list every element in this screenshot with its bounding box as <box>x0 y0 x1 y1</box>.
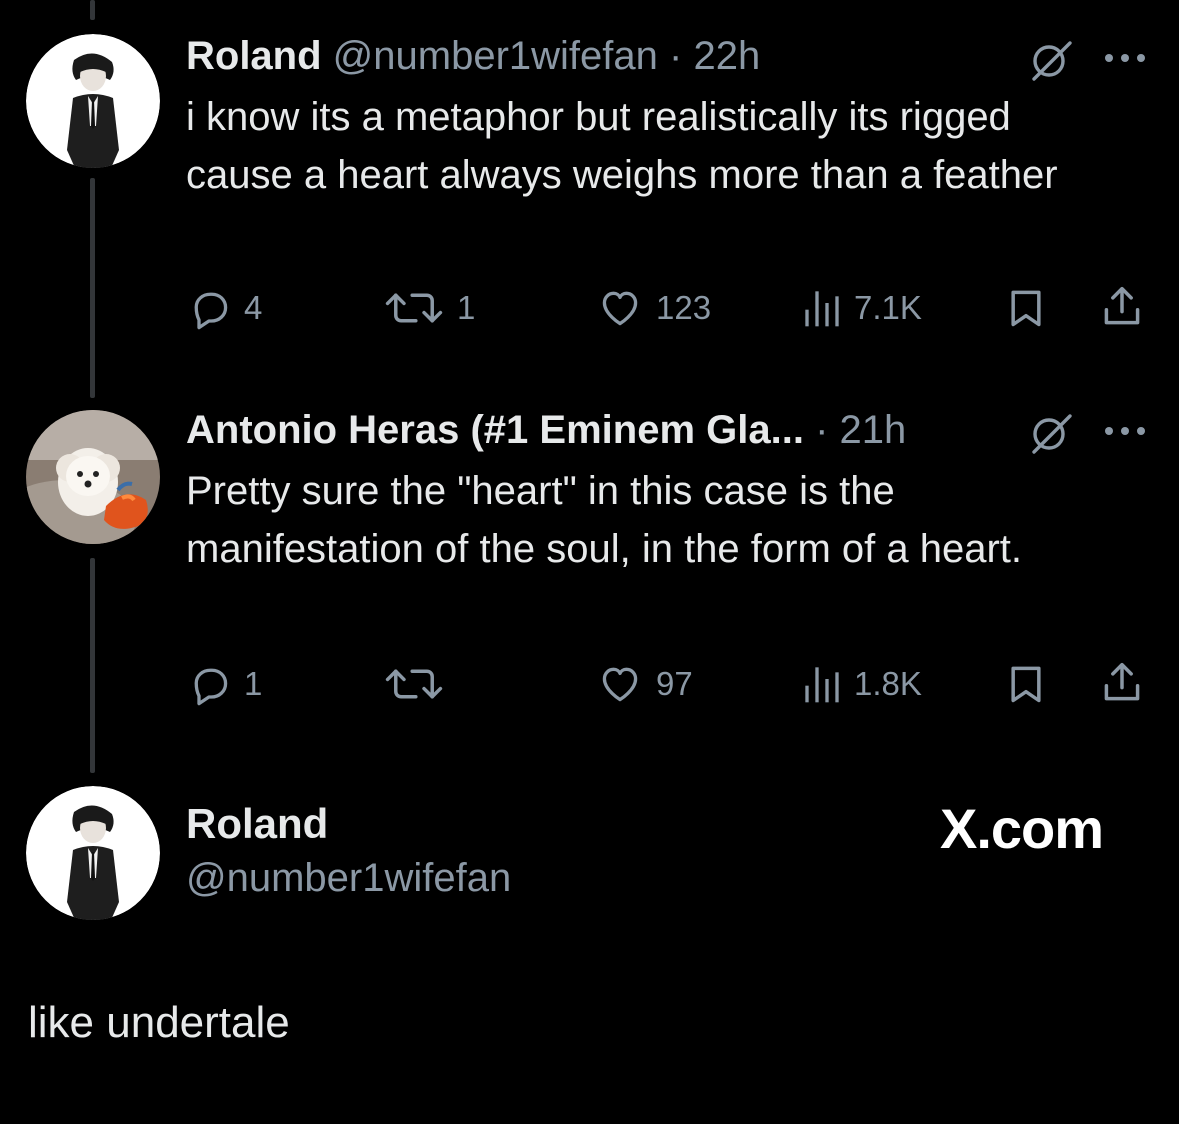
avatar[interactable] <box>26 34 160 168</box>
tweet-text: i know its a metaphor but realistically … <box>186 95 1058 197</box>
more-icon[interactable] <box>1102 424 1148 438</box>
views-button[interactable]: 1.8K <box>802 662 922 706</box>
timestamp[interactable]: 21h <box>840 408 907 452</box>
reply-button[interactable]: 4 <box>188 286 262 330</box>
grok-icon[interactable] <box>1026 410 1076 456</box>
man-in-suit-avatar-icon <box>26 34 160 168</box>
reply-icon <box>194 292 228 330</box>
thread-line-2 <box>90 558 95 773</box>
share-button[interactable] <box>1100 660 1144 706</box>
repost-icon <box>385 293 443 323</box>
separator-dot: · <box>815 408 829 452</box>
like-count: 123 <box>656 289 712 326</box>
reply-count: 4 <box>244 289 263 326</box>
reply-icon <box>194 668 228 706</box>
repost-button[interactable]: 1 <box>383 286 475 330</box>
views-button[interactable]: 7.1K <box>802 286 922 330</box>
like-icon <box>602 667 638 702</box>
caption-text: like undertale <box>28 998 290 1047</box>
like-icon <box>602 291 638 326</box>
views-icon <box>805 291 839 327</box>
share-icon <box>1104 286 1140 325</box>
tweet-header: Roland @number1wifefan · 22h <box>186 32 760 80</box>
avatar[interactable] <box>26 410 160 544</box>
man-in-suit-avatar-icon <box>26 786 160 920</box>
share-icon <box>1104 662 1140 701</box>
tweet-text: Pretty sure the "heart" in this case is … <box>186 469 1023 571</box>
view-count: 7.1K <box>854 289 922 326</box>
timestamp[interactable]: 22h <box>693 34 760 78</box>
brand-logo: X.com <box>940 797 1104 860</box>
reply-button[interactable]: 1 <box>188 662 262 706</box>
repost-icon <box>385 669 443 699</box>
tweet-header: Antonio Heras (#1 Eminem Gla... · 21h <box>186 406 906 454</box>
like-button[interactable]: 123 <box>596 286 711 330</box>
bookmark-icon <box>1011 290 1041 327</box>
user-handle[interactable]: @number1wifefan <box>333 34 658 78</box>
repost-button[interactable] <box>383 662 457 706</box>
bookmark-icon <box>1011 666 1041 703</box>
avatar[interactable] <box>26 786 160 920</box>
display-name[interactable]: Antonio Heras (#1 Eminem Gla... <box>186 408 804 452</box>
views-icon <box>805 667 839 703</box>
reply-count: 1 <box>244 665 263 702</box>
thread-line-top <box>90 0 95 20</box>
repost-count: 1 <box>457 289 476 326</box>
thread-line-1 <box>90 178 95 398</box>
view-count: 1.8K <box>854 665 922 702</box>
like-count: 97 <box>656 665 693 702</box>
more-icon[interactable] <box>1102 51 1148 65</box>
display-name[interactable]: Roland <box>186 34 322 78</box>
separator-dot: · <box>669 34 683 78</box>
share-button[interactable] <box>1100 284 1144 330</box>
bookmark-button[interactable] <box>1004 286 1048 330</box>
grok-icon[interactable] <box>1026 37 1076 83</box>
white-dog-avatar-icon <box>26 410 160 544</box>
display-name[interactable]: Roland <box>186 800 328 848</box>
user-handle[interactable]: @number1wifefan <box>186 856 511 901</box>
like-button[interactable]: 97 <box>596 662 693 706</box>
bookmark-button[interactable] <box>1004 662 1048 706</box>
